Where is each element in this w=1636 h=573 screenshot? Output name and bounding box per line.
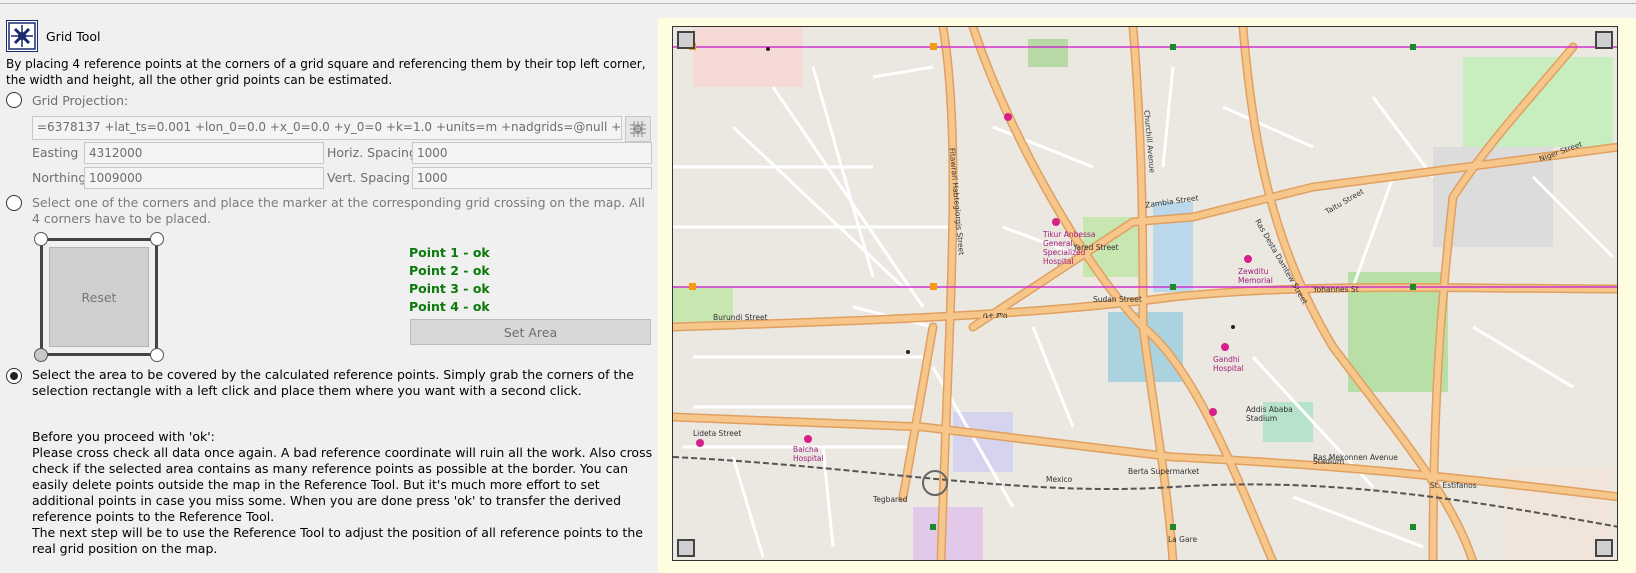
area-select-radio[interactable] (6, 368, 22, 384)
window-title: Grid Tool (46, 28, 101, 44)
map-canvas[interactable]: Zambia Street Sudan Street Yohannes St B… (672, 26, 1618, 561)
map-panel[interactable]: Zambia Street Sudan Street Yohannes St B… (658, 18, 1636, 573)
map-label-lideta: Lideta Street (693, 429, 742, 438)
point-1-status: Point 1 - ok (409, 245, 490, 260)
selection-corner-top-right[interactable] (1595, 31, 1613, 49)
horiz-spacing-label: Horiz. Spacing (327, 145, 417, 160)
corner-selector: Reset (40, 238, 158, 356)
vert-spacing-label: Vert. Spacing (327, 170, 410, 185)
corner-handle-bottom-left[interactable] (34, 348, 48, 362)
map-label-berta: Berta Supermarket (1128, 467, 1200, 476)
title-row: Grid Tool (6, 20, 101, 52)
selection-corner-top-left[interactable] (677, 31, 695, 49)
point-3-status: Point 3 - ok (409, 281, 490, 296)
map-label-taitu: Taitu Street (1323, 186, 1366, 217)
grid-projection-label: Grid Projection: (32, 93, 129, 108)
easting-field[interactable]: 4312000 (84, 142, 324, 164)
next-step-text: The next step will be to use the Referen… (32, 525, 643, 556)
easting-label: Easting (32, 145, 79, 160)
grid-tool-panel: Grid Tool By placing 4 reference points … (0, 4, 655, 573)
map-label-amharic: ቤተ ምስ (983, 311, 1008, 320)
horiz-spacing-field[interactable]: 1000 (412, 142, 652, 164)
map-label-stadium: Stadium (1313, 457, 1345, 466)
grid-projection-field[interactable]: =6378137 +lat_ts=0.001 +lon_0=0.0 +x_0=0… (32, 116, 622, 140)
map-label-tegbared: Tegbared (873, 495, 908, 504)
map-label-burundi-street: Burundi Street (713, 313, 768, 322)
map-label-ras-desta: Ras Desta Damtew Street (1253, 217, 1310, 306)
corner-instruction-text: Select one of the corners and place the … (32, 195, 645, 226)
set-area-button[interactable]: Set Area (410, 319, 651, 345)
map-label-mexico: Mexico (1046, 475, 1073, 484)
before-proceed-heading: Before you proceed with 'ok': (32, 429, 215, 444)
map-label-sudan-street: Sudan Street (1093, 295, 1142, 304)
map-label-zambia-street: Zambia Street (1144, 193, 1200, 210)
corner-select-radio[interactable] (6, 195, 22, 211)
vert-spacing-field[interactable]: 1000 (412, 167, 652, 189)
map-label-yohannes-st: Yohannes St (1313, 285, 1359, 294)
reset-button[interactable]: Reset (49, 247, 149, 347)
corner-handle-top-left[interactable] (34, 232, 48, 246)
selection-corner-bottom-right[interactable] (1595, 539, 1613, 557)
grid-tool-logo-icon (6, 20, 38, 52)
grid-picker-icon (630, 121, 646, 137)
area-instruction-text: Select the area to be covered by the cal… (32, 367, 634, 398)
point-2-status: Point 2 - ok (409, 263, 490, 278)
map-label-yared: Yared Street (1073, 243, 1119, 252)
map-label-addis-ababa-stadium: Addis Ababa Stadium (1246, 405, 1293, 423)
before-proceed-text: Please cross check all data once again. … (32, 445, 653, 524)
map-label-st-estifanos: St. Estifanos (1430, 481, 1477, 490)
northing-field[interactable]: 1009000 (84, 167, 324, 189)
map-label-gandhi: Gandhi Hospital (1213, 355, 1244, 373)
corner-handle-bottom-right[interactable] (150, 348, 164, 362)
map-label-niger-street: Niger Street (1537, 139, 1584, 164)
map-label-churchill: Churchill Avenue (1142, 109, 1157, 174)
northing-label: Northing (32, 170, 87, 185)
map-label-zewditu: Zewditu Memorial (1238, 267, 1273, 285)
projection-picker-button[interactable] (625, 116, 651, 142)
selection-corner-bottom-left[interactable] (677, 539, 695, 557)
intro-text: By placing 4 reference points at the cor… (6, 57, 646, 87)
map-label-balcha: Balcha Hospital (793, 445, 824, 463)
grid-projection-radio[interactable] (6, 92, 22, 108)
map-label-la-gare: La Gare (1168, 535, 1198, 544)
point-4-status: Point 4 - ok (409, 299, 490, 314)
map-label-fitawrari: Fitawrari Habtegiorgis Street (947, 147, 966, 256)
corner-handle-top-right[interactable] (150, 232, 164, 246)
